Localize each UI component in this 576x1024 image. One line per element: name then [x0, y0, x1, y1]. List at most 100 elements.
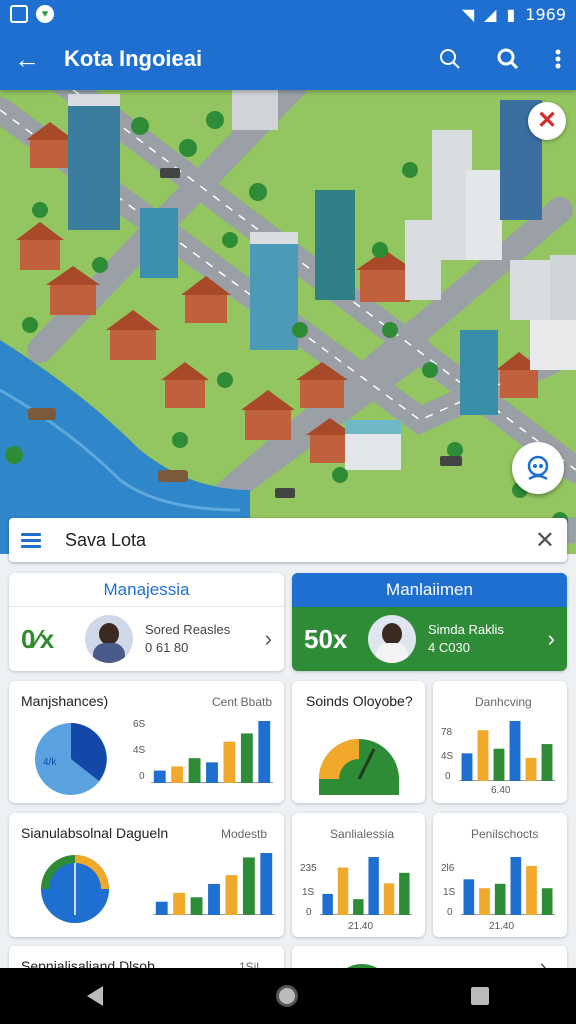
- bar: [223, 741, 236, 783]
- bar: [541, 888, 553, 915]
- stat-line-1: Sored Reasles: [145, 622, 231, 637]
- tick-label: 0: [139, 771, 145, 782]
- bar: [525, 757, 537, 781]
- tick-label: 4S: [441, 751, 454, 762]
- bar: [494, 883, 506, 915]
- bar: [171, 766, 184, 783]
- bar: [509, 721, 521, 781]
- chevron-right-icon[interactable]: ›: [548, 626, 555, 652]
- chart-subtitle: Cent Bbatb: [212, 695, 273, 709]
- gallery-notification-icon: [10, 5, 28, 23]
- tick-label: 2l6: [441, 863, 455, 874]
- signal-icon: ◢: [484, 4, 497, 24]
- chart-card[interactable]: Sianulabsolnal Dagueln Modestb: [9, 813, 284, 937]
- bar: [240, 733, 253, 783]
- bar: [383, 883, 395, 915]
- bar: [322, 893, 333, 915]
- stat-card-highlighted[interactable]: Manlaiimen 50x Simda Raklis 4 C030 ›: [292, 573, 567, 671]
- app-bar: ← Kota Ingoieai: [0, 28, 576, 90]
- chart-title: Sanlialessia: [330, 827, 395, 841]
- bar: [479, 888, 490, 915]
- nav-home-icon[interactable]: [275, 985, 298, 1007]
- chart-card[interactable]: Manjshances) Cent Bbatb 4/k 6S 4S 0: [9, 681, 284, 803]
- bar-chart: [320, 857, 412, 915]
- tick-label: 0: [306, 907, 312, 918]
- chart-card[interactable]: Danhcving 78 4S 0 6.40: [433, 681, 567, 803]
- arrow-left-icon[interactable]: ←: [14, 44, 50, 75]
- system-nav-bar: [0, 968, 576, 1024]
- bar: [155, 901, 168, 915]
- chart-footer: 21.40: [348, 921, 374, 932]
- tick-label: 235: [300, 863, 317, 874]
- tick-label: 1S: [302, 887, 315, 898]
- donut-chart: [41, 855, 109, 923]
- more-vert-icon[interactable]: [554, 47, 562, 71]
- chart-title: Sianulabsolnal Dagueln: [21, 825, 169, 841]
- layers-icon[interactable]: [512, 442, 564, 494]
- map-close-icon[interactable]: ✕: [528, 102, 566, 140]
- bar: [242, 857, 255, 915]
- pie-chart: 4/k: [35, 723, 107, 795]
- bar: [526, 865, 537, 915]
- menu-icon[interactable]: [21, 530, 41, 551]
- stat-line-1: Simda Raklis: [428, 622, 504, 637]
- city-map[interactable]: ✕: [0, 90, 576, 554]
- bar: [477, 730, 489, 781]
- chart-footer: 6.40: [491, 785, 511, 796]
- chart-subtitle: Modestb: [221, 827, 268, 841]
- chart-title: Manjshances): [21, 693, 109, 709]
- avatar: [85, 615, 133, 663]
- chart-card[interactable]: Soinds Oloyobe?: [292, 681, 425, 803]
- chart-title: Soinds Oloyobe?: [306, 693, 413, 709]
- tick-label: 0: [447, 907, 453, 918]
- bar: [461, 753, 473, 781]
- chart-card[interactable]: Penilschocts 2l6 1S 0 21.40: [433, 813, 567, 937]
- tick-label: 78: [441, 727, 453, 738]
- tick-label: 0: [445, 771, 451, 782]
- search-text[interactable]: Sava Lota: [65, 530, 146, 551]
- chart-title: Penilschocts: [471, 827, 539, 841]
- stat-value: 50x: [304, 623, 348, 654]
- stat-card-title: Manlaiimen: [292, 573, 567, 607]
- stat-value: 0⁄x: [21, 623, 55, 654]
- pie-label: 4/k: [43, 757, 57, 768]
- bar: [260, 853, 273, 915]
- bar: [463, 879, 475, 915]
- battery-icon: ▮: [506, 4, 516, 24]
- bar: [190, 897, 203, 915]
- bar: [258, 721, 271, 783]
- bar-chart: [459, 721, 555, 781]
- nav-recents-icon[interactable]: [471, 987, 490, 1005]
- search-bar[interactable]: Sava Lota ✕: [9, 518, 567, 562]
- avatar: [368, 615, 416, 663]
- stat-card[interactable]: Manajessia 0⁄x Sored Reasles 0 61 80 ›: [9, 573, 284, 671]
- wifi-icon: ◥: [461, 4, 475, 24]
- tick-label: 6S: [133, 719, 146, 730]
- app-notification-icon: ♥: [36, 5, 54, 23]
- close-icon[interactable]: ✕: [535, 526, 555, 555]
- search-outline-icon[interactable]: [438, 47, 462, 71]
- bar: [188, 758, 201, 783]
- bar: [206, 762, 218, 783]
- chevron-right-icon[interactable]: ›: [265, 626, 272, 652]
- status-bar: ♥ ◥ ◢ ▮ 1969: [0, 0, 576, 28]
- bar: [541, 744, 553, 781]
- bar: [173, 892, 186, 915]
- bar: [510, 857, 522, 915]
- bar: [337, 867, 349, 915]
- nav-back-icon[interactable]: [86, 986, 103, 1006]
- bar: [153, 770, 166, 783]
- bar: [368, 857, 379, 915]
- bar-chart: [153, 853, 275, 915]
- bar: [493, 748, 505, 781]
- search-icon[interactable]: [496, 47, 520, 71]
- gauge-chart: [319, 739, 399, 795]
- stat-line-2: 4 C030: [428, 640, 470, 655]
- stat-card-title: Manajessia: [9, 573, 284, 607]
- bar: [399, 872, 410, 915]
- page-title: Kota Ingoieai: [64, 46, 203, 71]
- chart-card[interactable]: Sanlialessia 235 1S 0 21.40: [292, 813, 425, 937]
- map-illustration: [0, 90, 576, 554]
- tick-label: 1S: [443, 887, 456, 898]
- clock: 1969: [525, 4, 566, 24]
